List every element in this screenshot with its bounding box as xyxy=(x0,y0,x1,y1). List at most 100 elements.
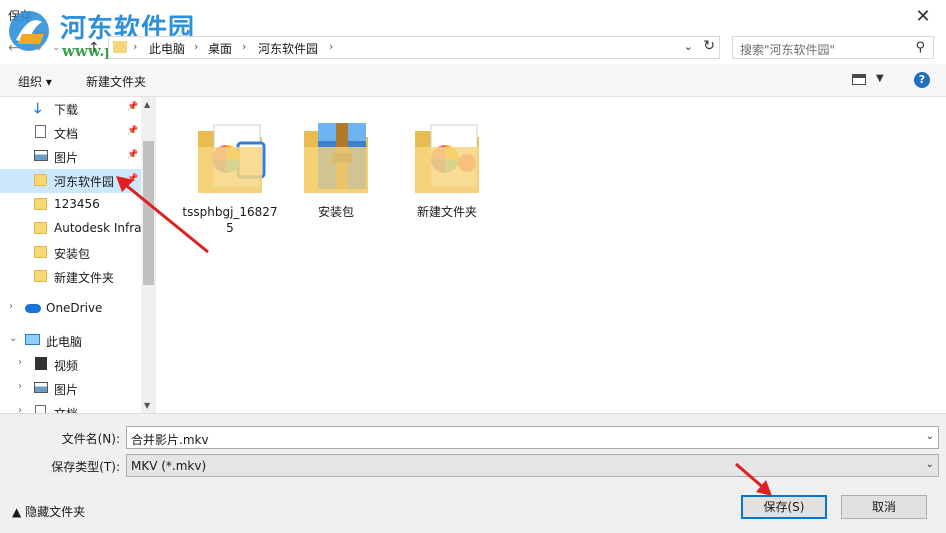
scroll-up-icon[interactable]: ▲ xyxy=(144,100,150,109)
sidebar-item-123456[interactable]: 123456 xyxy=(0,193,141,217)
cancel-button[interactable]: 取消 xyxy=(841,495,927,519)
picture-icon xyxy=(34,382,48,393)
scroll-down-icon[interactable]: ▼ xyxy=(144,401,150,410)
pin-icon[interactable]: 📌 xyxy=(127,102,138,112)
filetype-select[interactable]: MKV (*.mkv) ⌄ xyxy=(126,454,939,477)
document-icon xyxy=(35,125,46,138)
sidebar-item-downloads[interactable]: 🡓 下载 📌 xyxy=(0,97,141,121)
caret-up-icon: ▲ xyxy=(12,505,22,519)
view-options-icon[interactable] xyxy=(852,74,866,85)
breadcrumb-desktop[interactable]: 桌面 xyxy=(208,40,232,57)
sidebar-item-this-pc[interactable]: ⌄ 此电脑 xyxy=(0,329,141,353)
sidebar-item-label: 文档 xyxy=(54,405,78,413)
list-item[interactable]: tssphbgj_168275 xyxy=(180,97,280,237)
back-arrow-icon[interactable]: ← xyxy=(8,40,20,56)
chevron-right-icon[interactable]: › xyxy=(9,301,13,312)
sidebar-item-onedrive[interactable]: › OneDrive xyxy=(0,297,141,321)
sidebar-item-label: 下载 xyxy=(54,103,79,117)
pin-icon[interactable]: 📌 xyxy=(127,174,138,184)
breadcrumb-this-pc[interactable]: 此电脑 xyxy=(149,40,185,57)
folder-icon xyxy=(34,246,47,258)
file-list: tssphbgj_168275 安装包 新建文件夹 xyxy=(157,97,946,413)
pin-icon[interactable]: 📌 xyxy=(127,126,138,136)
help-icon[interactable]: ? xyxy=(914,72,930,88)
chevron-right-icon[interactable]: › xyxy=(18,381,22,392)
sidebar-item-label: 视频 xyxy=(54,359,79,373)
folder-icon xyxy=(34,198,47,210)
organize-button[interactable]: 组织 ▾ xyxy=(18,73,52,90)
address-row: ← → ⌄ ↑ › 此电脑 › 桌面 › 河东软件园 › ⌄ ↻ 搜索"河东软件… xyxy=(0,32,946,64)
up-arrow-icon[interactable]: ↑ xyxy=(88,40,100,56)
hide-folders-toggle[interactable]: ▲ 隐藏文件夹 xyxy=(12,503,85,520)
close-button[interactable]: ✕ xyxy=(900,0,946,32)
hide-folders-label: 隐藏文件夹 xyxy=(25,505,86,519)
computer-icon xyxy=(25,334,40,345)
file-name: 安装包 xyxy=(317,205,354,219)
filename-label: 文件名(N): xyxy=(61,432,120,446)
video-icon xyxy=(35,357,47,370)
sidebar-item-label: Autodesk Infra xyxy=(54,221,142,235)
chevron-down-icon[interactable]: ⌄ xyxy=(926,459,934,470)
folder-icon xyxy=(34,174,47,186)
filename-field[interactable]: 合并影片.mkv ⌄ xyxy=(126,426,939,449)
file-name: 新建文件夹 xyxy=(416,205,477,219)
picture-icon xyxy=(34,150,48,161)
folder-icon xyxy=(113,41,127,53)
sidebar-item-autodesk[interactable]: Autodesk Infra xyxy=(0,217,142,241)
sidebar-item-installer[interactable]: 安装包 xyxy=(0,241,141,265)
recent-locations-icon[interactable]: ⌄ xyxy=(52,42,60,53)
chevron-right-icon[interactable]: › xyxy=(242,40,246,53)
sidebar-item-new-folder[interactable]: 新建文件夹 xyxy=(0,265,141,289)
sidebar-item-label: 安装包 xyxy=(54,247,91,261)
file-name: tssphbgj_168275 xyxy=(182,205,278,235)
forward-arrow-icon[interactable]: → xyxy=(30,40,42,56)
document-icon xyxy=(35,405,46,413)
search-icon: ⚲ xyxy=(915,40,925,55)
sidebar-item-label: 文档 xyxy=(54,127,79,141)
list-item[interactable]: 安装包 xyxy=(286,97,386,237)
address-bar[interactable]: › 此电脑 › 桌面 › 河东软件园 › ⌄ ↻ xyxy=(108,36,720,59)
folder-icon xyxy=(34,270,47,282)
folder-with-documents-icon xyxy=(415,124,479,193)
sidebar-item-videos[interactable]: › 视频 xyxy=(0,353,141,377)
pin-icon[interactable]: 📌 xyxy=(127,150,138,160)
new-folder-button[interactable]: 新建文件夹 xyxy=(86,73,146,90)
folder-with-archive-icon xyxy=(304,123,368,193)
chevron-right-icon[interactable]: › xyxy=(329,40,333,53)
sidebar-item-label: 图片 xyxy=(54,383,79,397)
toolbar: 组织 ▾ 新建文件夹 ▼ ? xyxy=(0,64,946,97)
list-item[interactable]: 新建文件夹 xyxy=(397,97,497,237)
cloud-icon xyxy=(25,304,41,313)
chevron-down-icon[interactable]: ⌄ xyxy=(926,431,934,442)
save-form: 文件名(N): 合并影片.mkv ⌄ 保存类型(T): MKV (*.mkv) … xyxy=(0,413,946,533)
download-icon: 🡓 xyxy=(34,101,42,117)
chevron-down-icon[interactable]: ▼ xyxy=(876,73,884,84)
chevron-right-icon[interactable]: › xyxy=(18,405,22,413)
sidebar-item-label: 新建文件夹 xyxy=(54,271,115,285)
scrollbar-thumb[interactable] xyxy=(143,141,154,285)
filetype-label: 保存类型(T): xyxy=(51,460,120,474)
breadcrumb-hedong[interactable]: 河东软件园 xyxy=(258,40,318,57)
chevron-right-icon[interactable]: › xyxy=(194,40,198,53)
sidebar-item-label: 河东软件园 xyxy=(54,175,115,189)
sidebar-item-label: 123456 xyxy=(54,197,100,211)
chevron-right-icon[interactable]: › xyxy=(18,357,22,368)
folder-icon xyxy=(34,222,47,234)
sidebar-item-label: OneDrive xyxy=(46,301,103,315)
sidebar-scrollbar[interactable]: ▲ ▼ xyxy=(141,97,155,413)
chevron-down-icon[interactable]: ⌄ xyxy=(9,333,17,344)
sidebar-item-hedong[interactable]: 河东软件园 📌 xyxy=(0,169,141,193)
navigation-pane: 🡓 下载 📌 文档 📌 图片 📌 河东软件园 📌 123456 Autodesk… xyxy=(0,97,156,413)
chevron-down-icon[interactable]: ⌄ xyxy=(684,40,693,53)
save-button[interactable]: 保存(S) xyxy=(741,495,827,519)
sidebar-item-documents[interactable]: 文档 📌 xyxy=(0,121,141,145)
search-input[interactable]: 搜索"河东软件园" ⚲ xyxy=(732,36,934,59)
filename-value: 合并影片.mkv xyxy=(131,433,209,447)
sidebar-item-label: 此电脑 xyxy=(46,335,83,349)
sidebar-item-pictures[interactable]: 图片 📌 xyxy=(0,145,141,169)
refresh-icon[interactable]: ↻ xyxy=(703,38,715,54)
sidebar-item-pc-documents[interactable]: › 文档 xyxy=(0,401,141,413)
chevron-right-icon[interactable]: › xyxy=(133,40,137,53)
sidebar-item-pc-pictures[interactable]: › 图片 xyxy=(0,377,141,401)
sidebar-item-label: 图片 xyxy=(54,151,79,165)
